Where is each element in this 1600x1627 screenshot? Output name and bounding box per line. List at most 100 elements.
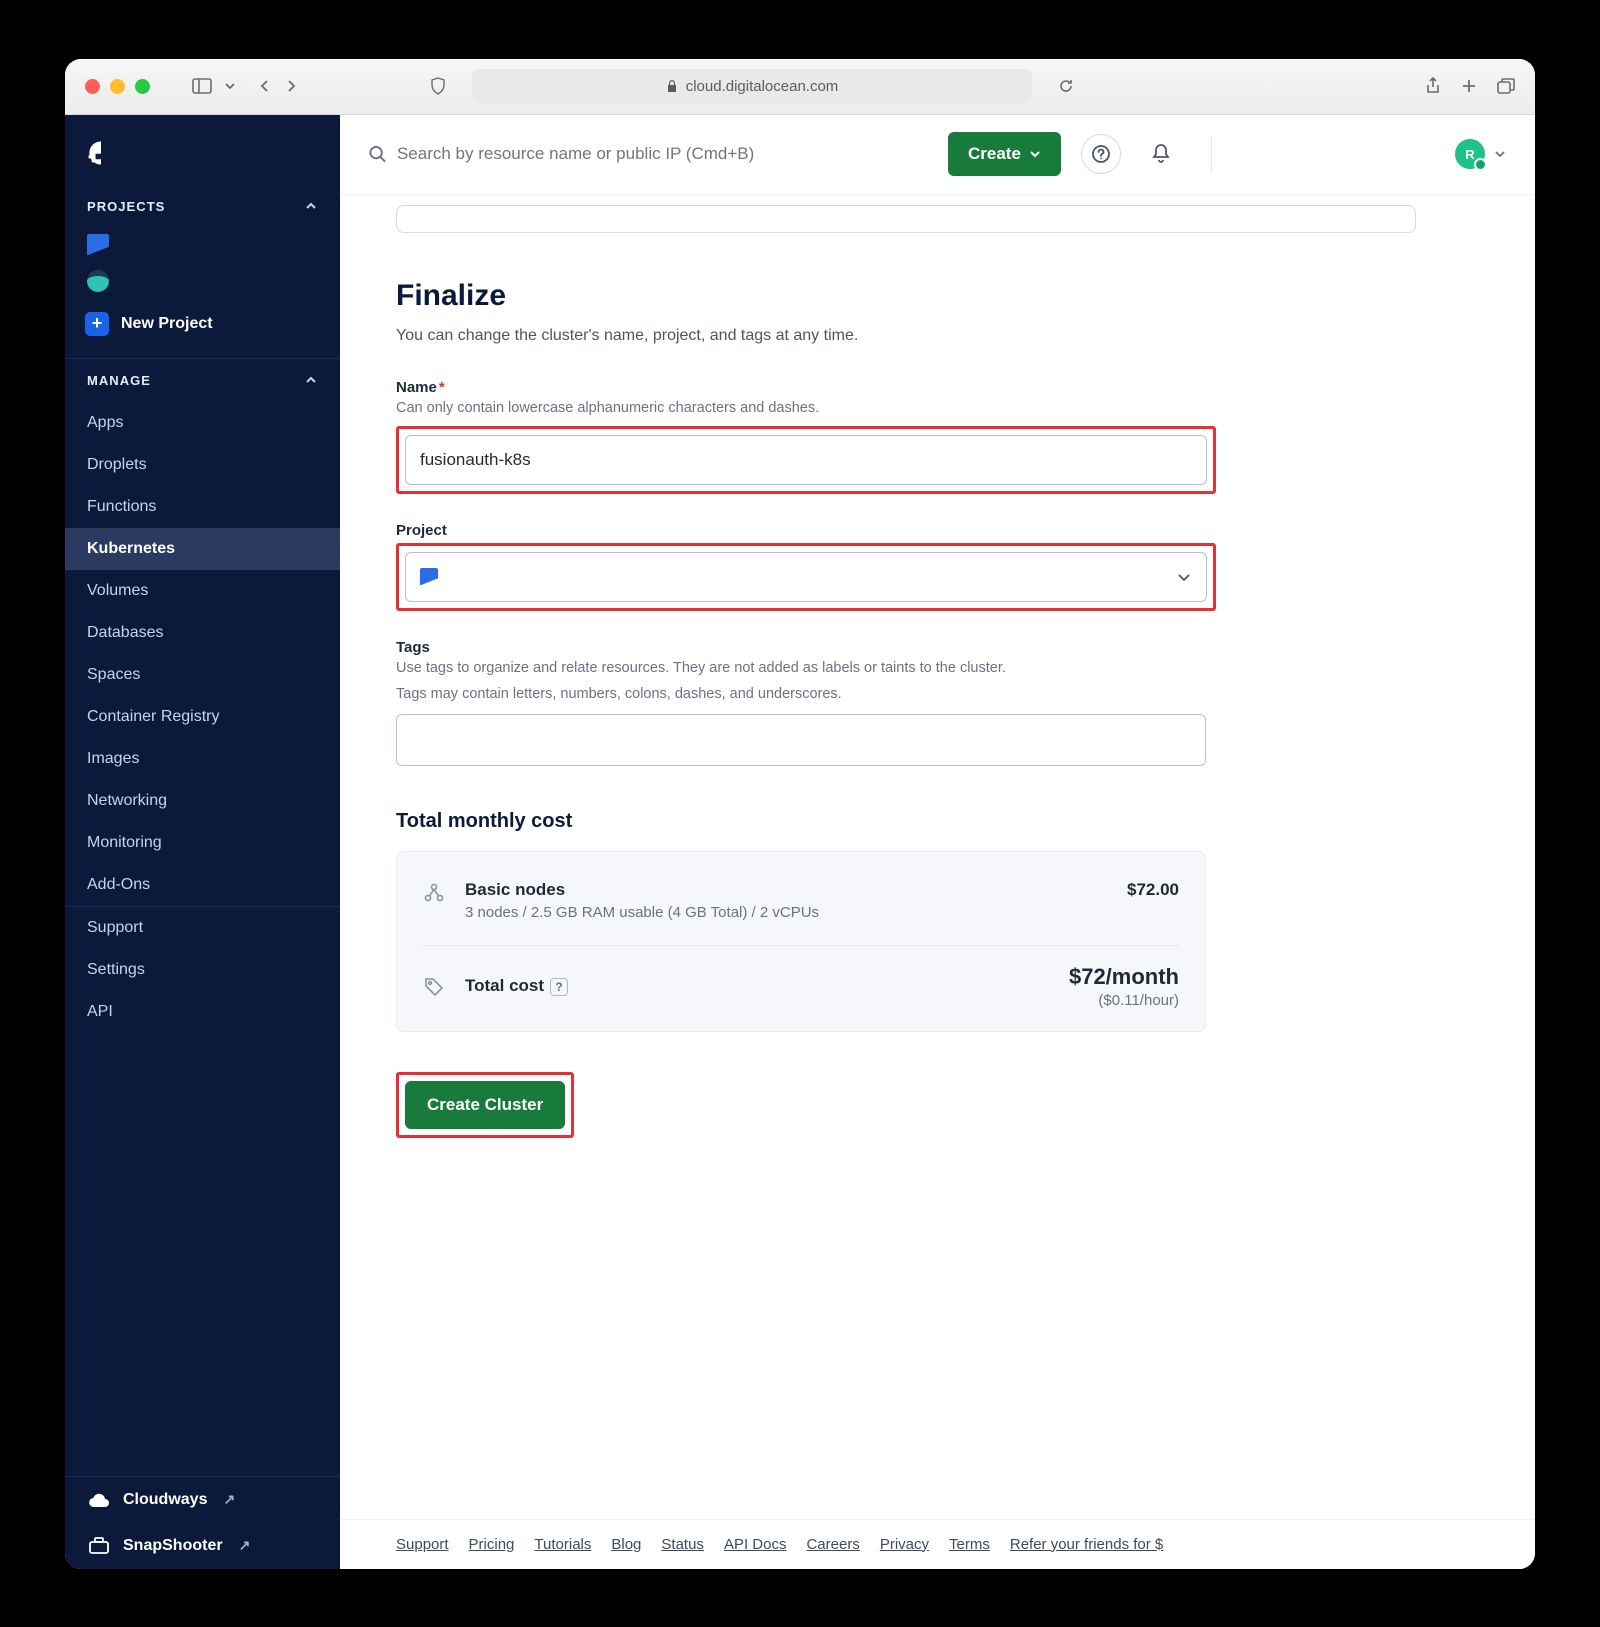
manage-header[interactable]: MANAGE <box>65 359 340 402</box>
url-host: cloud.digitalocean.com <box>686 78 839 95</box>
search-icon <box>368 144 387 164</box>
finalize-subtitle: You can change the cluster's name, proje… <box>396 327 1479 345</box>
sidebar-item-networking[interactable]: Networking <box>65 780 340 822</box>
footer-link[interactable]: Refer your friends for $ <box>1010 1536 1163 1553</box>
sidebar: PROJECTS + New Project MANAGE Apps Dropl… <box>65 115 340 1569</box>
create-button-label: Create <box>968 144 1021 164</box>
sidebar-item-spaces[interactable]: Spaces <box>65 654 340 696</box>
app-shell: PROJECTS + New Project MANAGE Apps Dropl… <box>65 115 1535 1569</box>
cost-summary: Basic nodes 3 nodes / 2.5 GB RAM usable … <box>396 851 1206 1032</box>
titlebar-chevron-down-icon[interactable] <box>224 80 236 92</box>
window-zoom[interactable] <box>135 79 150 94</box>
search-input[interactable] <box>397 144 928 164</box>
total-cost-label: Total cost? <box>465 976 568 996</box>
content-area: Finalize You can change the cluster's na… <box>340 195 1535 1519</box>
footer-link[interactable]: Careers <box>806 1536 859 1553</box>
main-pane: Create R Finalize You can change the clu… <box>340 115 1535 1569</box>
external-link-icon: ↗ <box>239 1537 251 1554</box>
create-cluster-button[interactable]: Create Cluster <box>405 1081 565 1129</box>
sidebar-item-kubernetes[interactable]: Kubernetes <box>65 528 340 570</box>
sidebar-item-settings[interactable]: Settings <box>65 949 340 991</box>
help-button[interactable] <box>1081 134 1121 174</box>
tags-input[interactable] <box>396 714 1206 766</box>
cluster-name-input[interactable] <box>405 435 1207 485</box>
projects-header[interactable]: PROJECTS <box>65 185 340 228</box>
sidebar-item-apps[interactable]: Apps <box>65 402 340 444</box>
help-icon[interactable]: ? <box>550 978 568 996</box>
url-bar[interactable]: cloud.digitalocean.com <box>472 69 1032 103</box>
footer-link[interactable]: Blog <box>611 1536 641 1553</box>
external-cloudways[interactable]: Cloudways ↗ <box>65 1477 340 1523</box>
brand-logo[interactable] <box>65 115 340 185</box>
footer-link[interactable]: Privacy <box>880 1536 929 1553</box>
footer-link[interactable]: Tutorials <box>534 1536 591 1553</box>
footer-link[interactable]: Pricing <box>469 1536 515 1553</box>
project-icon-b[interactable] <box>87 270 109 292</box>
avatar-initial: R <box>1465 147 1474 162</box>
new-project-button[interactable]: + New Project <box>65 296 340 358</box>
chevron-up-icon <box>304 199 318 213</box>
projects-header-label: PROJECTS <box>87 199 165 214</box>
create-button[interactable]: Create <box>948 132 1061 176</box>
total-cost-hour: ($0.11/hour) <box>1069 992 1179 1009</box>
refresh-icon[interactable] <box>1058 78 1074 94</box>
presence-badge <box>1474 158 1487 171</box>
footer-link[interactable]: API Docs <box>724 1536 787 1553</box>
forward-icon[interactable] <box>284 79 298 93</box>
browser-titlebar: cloud.digitalocean.com <box>65 59 1535 115</box>
snapshot-icon <box>87 1537 111 1555</box>
window-controls <box>85 79 150 94</box>
sidebar-item-databases[interactable]: Databases <box>65 612 340 654</box>
manage-nav: Apps Droplets Functions Kubernetes Volum… <box>65 402 340 906</box>
user-menu-toggle[interactable] <box>1493 147 1507 161</box>
new-project-label: New Project <box>121 315 213 333</box>
sidebar-item-support[interactable]: Support <box>65 907 340 949</box>
cloud-icon <box>87 1492 111 1508</box>
back-icon[interactable] <box>258 79 272 93</box>
total-cost-price: $72/month <box>1069 964 1179 990</box>
sidebar-item-addons[interactable]: Add-Ons <box>65 864 340 906</box>
window-minimize[interactable] <box>110 79 125 94</box>
notifications-button[interactable] <box>1141 134 1181 174</box>
external-snapshooter[interactable]: SnapShooter ↗ <box>65 1523 340 1569</box>
basic-nodes-label: Basic nodes <box>465 880 819 900</box>
sidebar-item-container-registry[interactable]: Container Registry <box>65 696 340 738</box>
tag-icon <box>423 976 449 998</box>
sidebar-item-droplets[interactable]: Droplets <box>65 444 340 486</box>
share-icon[interactable] <box>1425 77 1441 95</box>
global-search[interactable] <box>368 144 928 164</box>
basic-nodes-price: $72.00 <box>1127 880 1179 900</box>
name-label: Name* <box>396 379 1479 396</box>
plus-icon: + <box>85 312 109 336</box>
tags-hint-2: Tags may contain letters, numbers, colon… <box>396 686 1479 702</box>
project-select[interactable] <box>405 552 1207 602</box>
sidebar-item-volumes[interactable]: Volumes <box>65 570 340 612</box>
footer-link[interactable]: Terms <box>949 1536 990 1553</box>
project-select-highlight <box>396 543 1216 611</box>
tags-hint-1: Use tags to organize and relate resource… <box>396 660 1479 676</box>
manage-header-label: MANAGE <box>87 373 151 388</box>
new-tab-icon[interactable] <box>1461 77 1477 95</box>
tabs-overview-icon[interactable] <box>1497 77 1515 95</box>
sidebar-toggle-icon[interactable] <box>192 78 212 94</box>
footer-link[interactable]: Support <box>396 1536 449 1553</box>
cost-heading: Total monthly cost <box>396 810 1479 833</box>
project-icon-a[interactable] <box>87 234 109 256</box>
footer-link[interactable]: Status <box>661 1536 704 1553</box>
previous-section-stub <box>396 205 1416 233</box>
sidebar-item-api[interactable]: API <box>65 991 340 1033</box>
chevron-down-icon <box>1176 569 1192 585</box>
name-input-highlight <box>396 426 1216 494</box>
create-cluster-highlight: Create Cluster <box>396 1072 574 1138</box>
browser-window: cloud.digitalocean.com PROJECTS + <box>65 59 1535 1569</box>
user-avatar[interactable]: R <box>1455 139 1485 169</box>
basic-nodes-desc: 3 nodes / 2.5 GB RAM usable (4 GB Total)… <box>465 904 819 921</box>
sidebar-item-functions[interactable]: Functions <box>65 486 340 528</box>
window-close[interactable] <box>85 79 100 94</box>
shield-icon[interactable] <box>430 77 446 95</box>
sidebar-item-images[interactable]: Images <box>65 738 340 780</box>
external-label: SnapShooter <box>123 1537 223 1555</box>
project-option-icon <box>420 568 438 586</box>
sidebar-item-monitoring[interactable]: Monitoring <box>65 822 340 864</box>
project-label: Project <box>396 522 1479 539</box>
